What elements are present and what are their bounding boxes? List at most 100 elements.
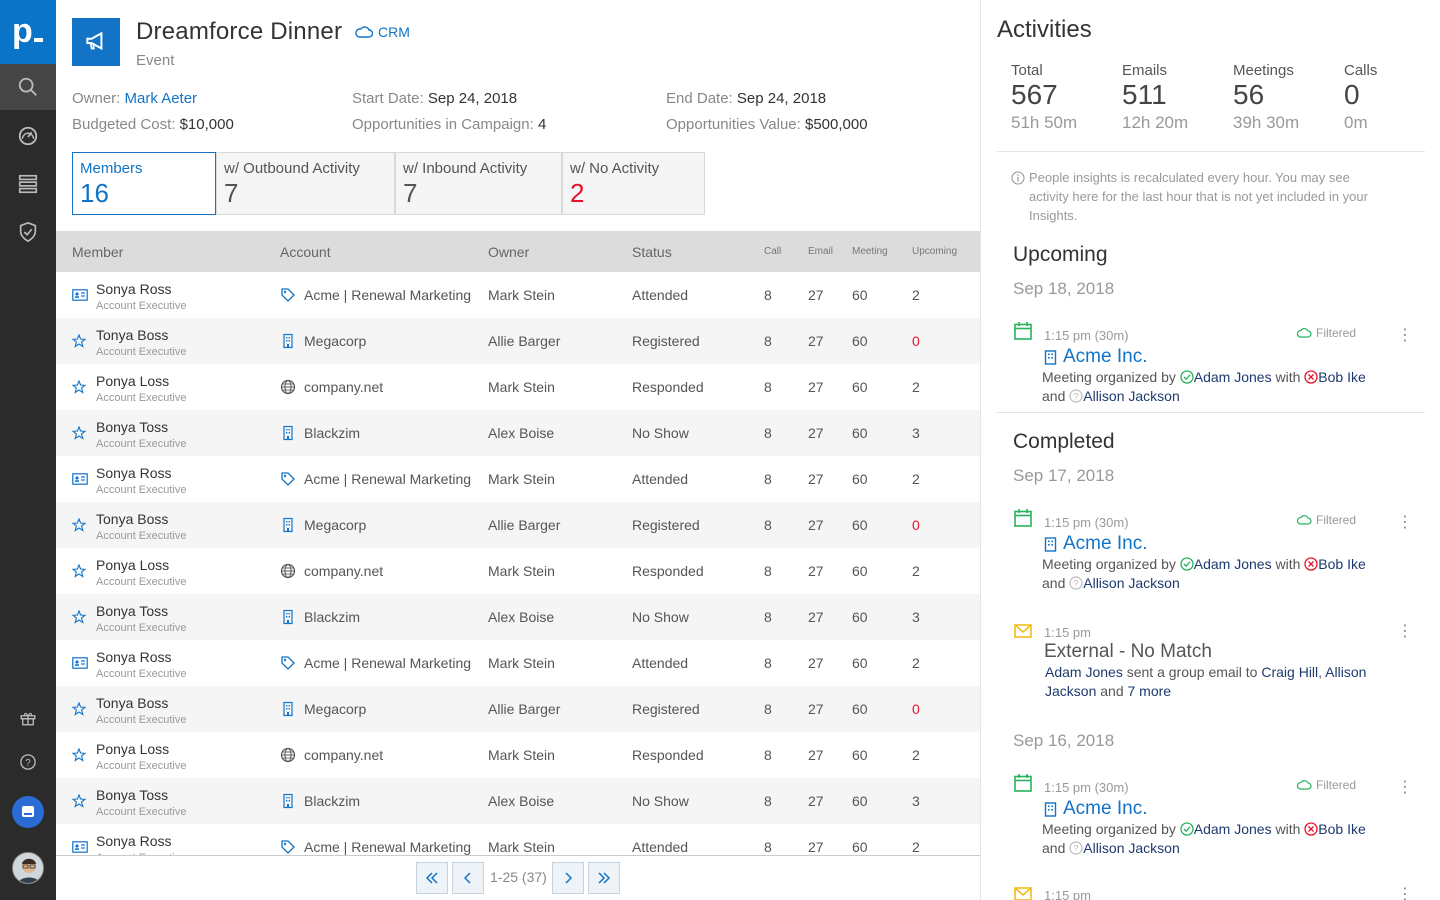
prev-page-button[interactable] (452, 862, 484, 894)
call-count: 8 (764, 379, 772, 395)
account-name[interactable]: company.net (304, 379, 476, 395)
crm-link[interactable]: CRM (355, 24, 410, 40)
tab-count: 7 (224, 178, 239, 208)
table-row[interactable]: Bonya Toss Account Executive Blackzim Alex … (56, 594, 980, 640)
account-name[interactable]: company.net (304, 747, 476, 763)
table-row[interactable]: Bonya Toss Account Executive Blackzim Alex … (56, 778, 980, 824)
avatar[interactable] (12, 852, 44, 884)
upcoming-count: 2 (912, 379, 920, 395)
sidebar-help-button[interactable]: ? (0, 739, 56, 785)
owner-link[interactable]: Mark Aeter (125, 90, 198, 107)
member-name[interactable]: Sonya Ross (96, 465, 171, 481)
person-link[interactable]: Bob Ike (1318, 556, 1365, 572)
account-name[interactable]: Blackzim (304, 425, 476, 441)
more-options-icon[interactable]: ⋮ (1397, 884, 1413, 900)
table-row[interactable]: Tonya Boss Account Executive Megacorp Allie… (56, 502, 980, 548)
tab-no-activity[interactable]: w/ No Activity 2 (562, 152, 705, 215)
column-header-account[interactable]: Account (280, 244, 331, 260)
sidebar-security-button[interactable] (0, 209, 56, 255)
member-name[interactable]: Sonya Ross (96, 833, 171, 849)
tab-outbound-activity[interactable]: w/ Outbound Activity 7 (216, 152, 395, 215)
member-name[interactable]: Bonya Toss (96, 603, 168, 619)
table-row[interactable]: Ponya Loss Account Executive company.net Ma… (56, 548, 980, 594)
column-header-member[interactable]: Member (72, 244, 123, 260)
account-name[interactable]: Acme | Renewal Marketing (304, 655, 476, 671)
column-header-email[interactable]: Email (808, 246, 833, 257)
person-link[interactable]: Adam Jones (1045, 664, 1123, 680)
table-row[interactable]: Sonya RossAccount ExecutiveAcme | Renewa… (56, 824, 980, 855)
sidebar-search-button[interactable] (0, 64, 56, 110)
member-name[interactable]: Ponya Loss (96, 741, 169, 757)
more-options-icon[interactable]: ⋮ (1397, 777, 1413, 797)
account-link[interactable]: Acme Inc. (1044, 798, 1147, 820)
activity-description: Meeting organized by Adam Jones with Bob… (1042, 368, 1402, 406)
more-options-icon[interactable]: ⋮ (1397, 325, 1413, 345)
double-chevron-left-icon (425, 872, 438, 884)
column-header-owner[interactable]: Owner (488, 244, 529, 260)
person-link[interactable]: Allison Jackson (1083, 388, 1180, 404)
table-row[interactable]: Ponya Loss Account Executive company.net Ma… (56, 364, 980, 410)
account-name[interactable]: Acme | Renewal Marketing (304, 839, 476, 855)
account-name[interactable]: Megacorp (304, 701, 476, 717)
status: Attended (632, 287, 689, 303)
table-row[interactable]: Bonya Toss Account Executive Blackzim Alex … (56, 410, 980, 456)
email-subject[interactable]: External - No Match (1044, 641, 1212, 663)
person-link[interactable]: Bob Ike (1318, 821, 1365, 837)
account-name[interactable]: Megacorp (304, 517, 476, 533)
column-header-meeting[interactable]: Meeting (852, 246, 888, 257)
person-link[interactable]: Adam Jones (1194, 369, 1272, 385)
account-name[interactable]: Megacorp (304, 333, 476, 349)
table-row[interactable]: Sonya RossAccount ExecutiveAcme | Renewa… (56, 640, 980, 686)
member-name[interactable]: Sonya Ross (96, 281, 171, 297)
column-header-upcoming[interactable]: Upcoming (912, 246, 957, 257)
member-name[interactable]: Tonya Boss (96, 327, 168, 343)
person-link[interactable]: Craig Hill (1261, 664, 1318, 680)
member-name[interactable]: Bonya Toss (96, 419, 168, 435)
member-name[interactable]: Tonya Boss (96, 695, 168, 711)
member-name[interactable]: Sonya Ross (96, 649, 171, 665)
next-page-button[interactable] (552, 862, 584, 894)
member-type-icon (72, 840, 88, 854)
member-title: Account Executive (96, 392, 187, 404)
account-name[interactable]: Blackzim (304, 609, 476, 625)
account-name[interactable]: company.net (304, 563, 476, 579)
table-row[interactable]: Ponya Loss Account Executive company.net Ma… (56, 732, 980, 778)
person-link[interactable]: Allison Jackson (1083, 840, 1180, 856)
first-page-button[interactable] (416, 862, 448, 894)
table-row[interactable]: Sonya RossAccount ExecutiveAcme | Renewa… (56, 456, 980, 502)
last-page-button[interactable] (588, 862, 620, 894)
cloud-icon (1296, 515, 1312, 525)
member-title: Account Executive (96, 714, 187, 726)
page-range: 1-25 (37) (490, 869, 547, 885)
sidebar-list-button[interactable] (0, 161, 56, 207)
column-header-call[interactable]: Call (764, 246, 781, 257)
chat-button[interactable] (12, 796, 44, 828)
app-logo[interactable]: p (0, 0, 56, 64)
table-row[interactable]: Sonya RossAccount ExecutiveAcme | Renewa… (56, 272, 980, 318)
member-name[interactable]: Ponya Loss (96, 373, 169, 389)
unknown-status-icon: ? (1069, 576, 1083, 590)
member-name[interactable]: Tonya Boss (96, 511, 168, 527)
more-recipients-link[interactable]: 7 more (1128, 683, 1172, 699)
member-name[interactable]: Ponya Loss (96, 557, 169, 573)
person-link[interactable]: Adam Jones (1194, 556, 1272, 572)
table-row[interactable]: Tonya Boss Account Executive Megacorp Allie… (56, 318, 980, 364)
account-name[interactable]: Blackzim (304, 793, 476, 809)
tab-inbound-activity[interactable]: w/ Inbound Activity 7 (395, 152, 562, 215)
more-options-icon[interactable]: ⋮ (1397, 512, 1413, 532)
owner-name: Mark Stein (488, 747, 555, 763)
member-name[interactable]: Bonya Toss (96, 787, 168, 803)
account-link[interactable]: Acme Inc. (1044, 346, 1147, 368)
column-header-status[interactable]: Status (632, 244, 672, 260)
table-row[interactable]: Tonya Boss Account Executive Megacorp Allie… (56, 686, 980, 732)
sidebar-dashboard-button[interactable] (0, 113, 56, 159)
person-link[interactable]: Adam Jones (1194, 821, 1272, 837)
person-link[interactable]: Allison Jackson (1083, 575, 1180, 591)
account-name[interactable]: Acme | Renewal Marketing (304, 471, 476, 487)
account-link[interactable]: Acme Inc. (1044, 533, 1147, 555)
person-link[interactable]: Bob Ike (1318, 369, 1365, 385)
more-options-icon[interactable]: ⋮ (1397, 621, 1413, 641)
tab-members[interactable]: Members 16 (72, 152, 216, 215)
account-name[interactable]: Acme | Renewal Marketing (304, 287, 476, 303)
sidebar-gift-button[interactable] (0, 695, 56, 741)
